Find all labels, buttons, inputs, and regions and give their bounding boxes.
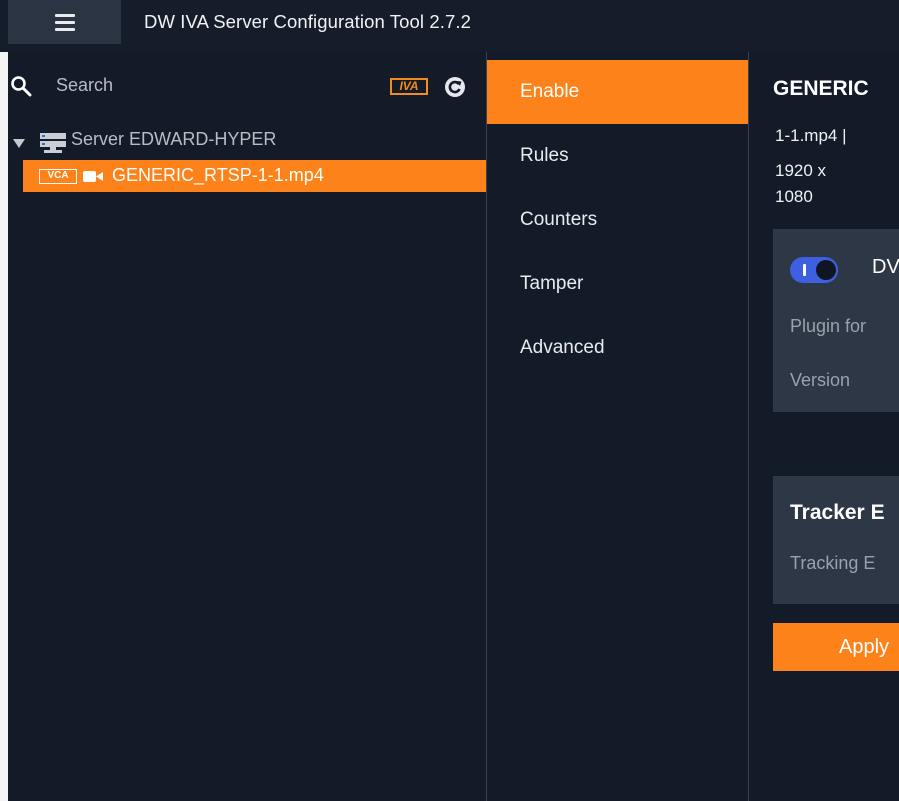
nav-divider [748, 52, 749, 801]
plugin-name: DV [872, 256, 899, 278]
nav-item-rules[interactable]: Rules [487, 124, 748, 188]
nav-item-advanced[interactable]: Advanced [487, 316, 748, 380]
plugin-version: Version [790, 370, 851, 390]
search-icon[interactable] [10, 75, 32, 97]
apply-button[interactable]: Apply [773, 623, 899, 671]
plugin-description: Plugin for [790, 316, 867, 336]
camera-label: GENERIC_RTSP-1-1.mp4 [112, 165, 324, 185]
refresh-icon[interactable] [444, 76, 466, 98]
tracker-subtitle: Tracking E [790, 553, 876, 573]
title-bar: DW IVA Server Configuration Tool 2.7.2 [0, 0, 899, 52]
camera-resolution-height: 1080 [775, 187, 813, 206]
plugin-card: DV Plugin for Version [773, 229, 899, 412]
nav-item-tamper[interactable]: Tamper [487, 252, 748, 316]
iva-logo-icon: IVA [390, 78, 428, 95]
camera-filename: 1-1.mp4 | [775, 126, 847, 145]
camera-title: GENERIC [773, 77, 869, 100]
tracker-card: Tracker E Tracking E [773, 476, 899, 604]
search-input[interactable]: Search [56, 75, 113, 96]
menu-icon [55, 14, 75, 17]
tree-item-server[interactable]: Server EDWARD-HYPER [71, 129, 276, 150]
vca-badge: VCA [39, 169, 77, 184]
camera-resolution-width: 1920 x [775, 161, 827, 180]
nav-item-counters[interactable]: Counters [487, 188, 748, 252]
server-icon [40, 133, 66, 153]
window-title: DW IVA Server Configuration Tool 2.7.2 [144, 11, 472, 32]
expand-arrow-icon[interactable] [13, 139, 25, 148]
camera-icon [83, 171, 103, 182]
tree-item-camera[interactable]: VCA GENERIC_RTSP-1-1.mp4 [23, 160, 486, 192]
nav-item-enable[interactable]: Enable [487, 60, 748, 124]
tracker-title: Tracker E [790, 501, 885, 524]
plugin-enable-toggle[interactable] [790, 257, 838, 283]
hamburger-menu-button[interactable] [8, 0, 121, 44]
